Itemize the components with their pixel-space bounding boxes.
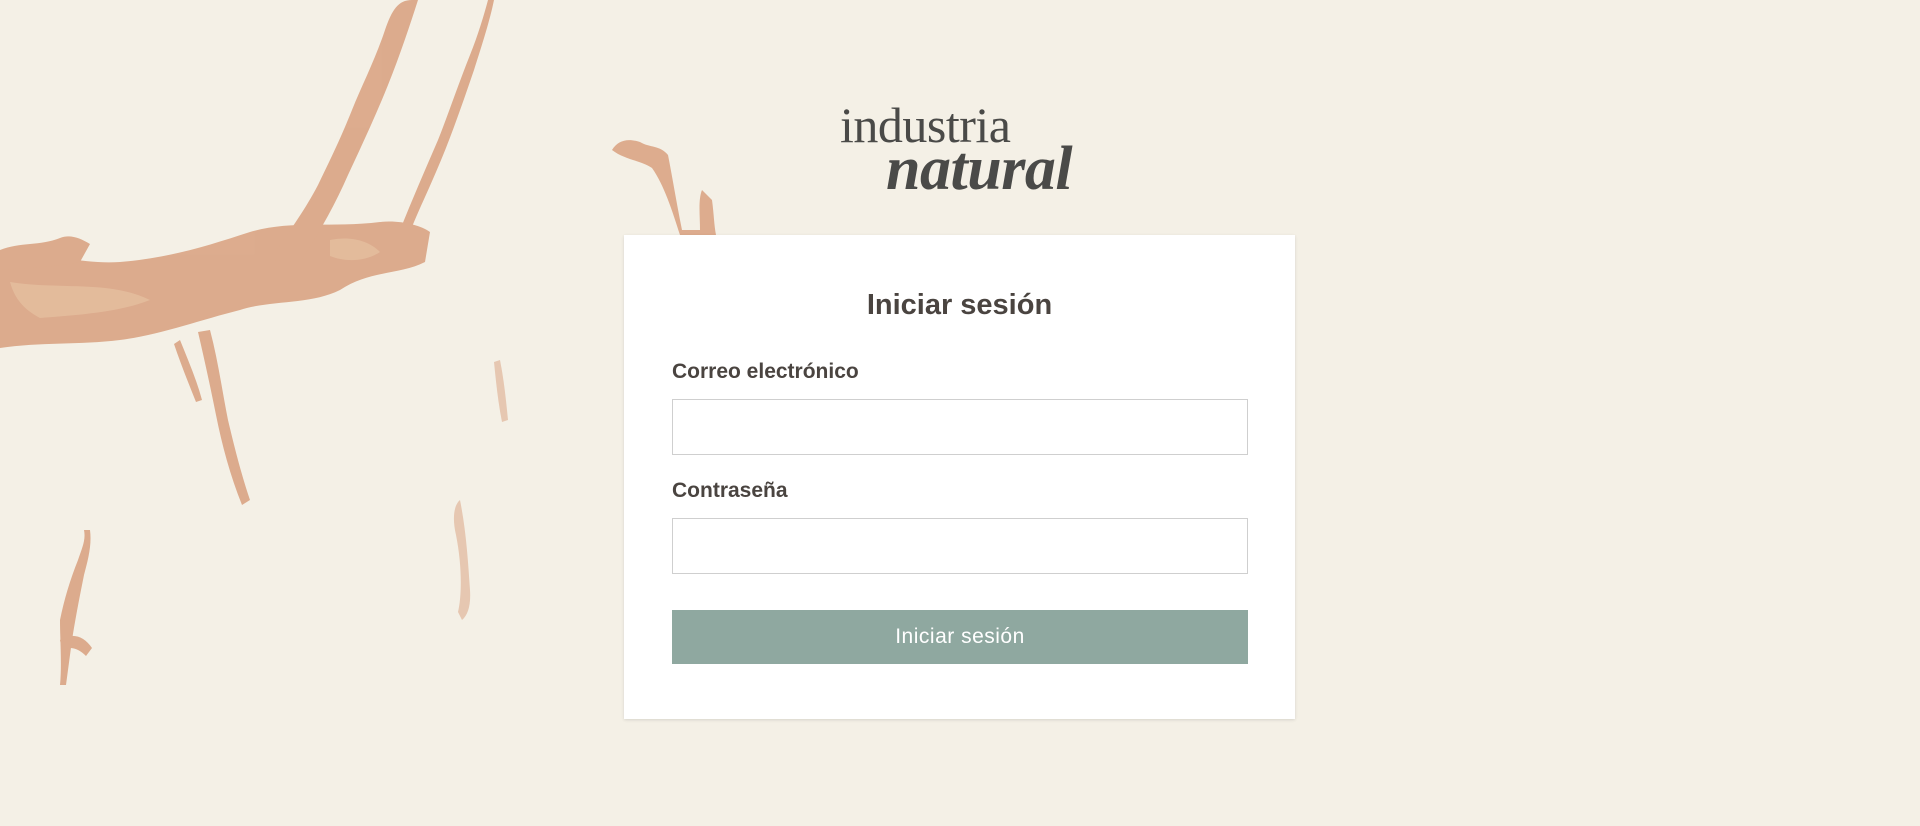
password-field[interactable]: [672, 518, 1248, 574]
login-submit-button[interactable]: Iniciar sesión: [672, 610, 1248, 664]
login-card: Iniciar sesión Correo electrónico Contra…: [624, 235, 1295, 719]
logo-wordmark-line2: natural: [886, 135, 1073, 203]
email-label: Correo electrónico: [672, 360, 859, 383]
brand-logo: industria natural: [840, 100, 1080, 200]
password-label: Contraseña: [672, 479, 788, 502]
email-field[interactable]: [672, 399, 1248, 455]
login-title: Iniciar sesión: [866, 289, 1053, 321]
